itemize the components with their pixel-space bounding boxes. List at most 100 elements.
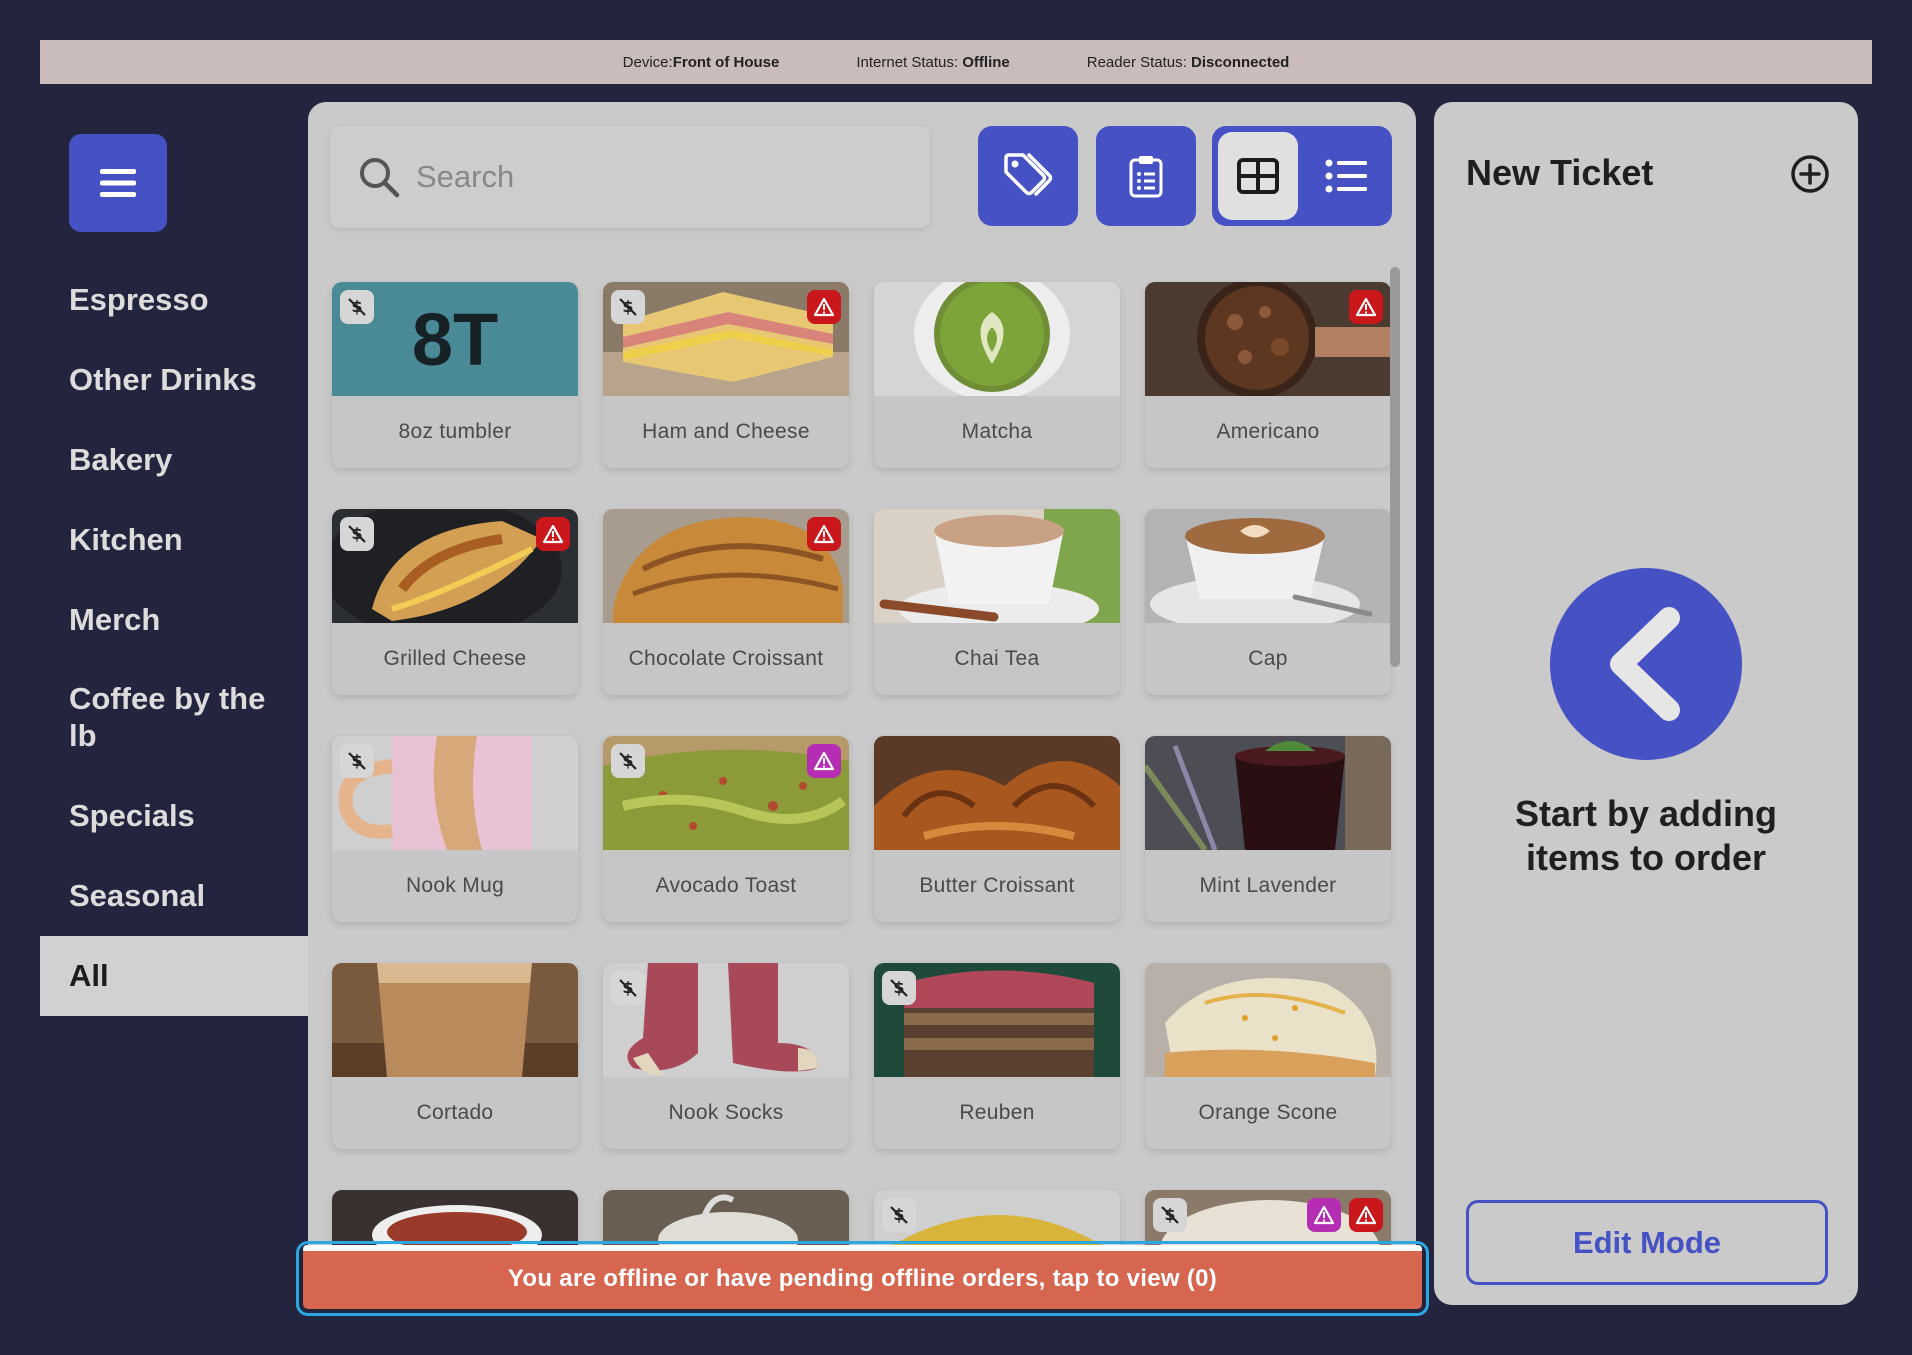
list-view-button[interactable]	[1306, 132, 1386, 220]
empty-message-line: items to order	[1525, 837, 1767, 878]
warning-icon	[807, 290, 841, 324]
item-name: 8oz tumbler	[398, 420, 512, 443]
plus-circle-icon[interactable]	[1790, 154, 1830, 194]
orange-scone-image	[1145, 963, 1391, 1077]
item-tile-chai-tea[interactable]: Chai Tea	[874, 509, 1120, 695]
cortado-image	[332, 963, 578, 1077]
category-label: Coffee by the lb	[69, 681, 266, 753]
no-price-icon: $	[882, 971, 916, 1005]
ticket-title: New Ticket	[1466, 152, 1654, 193]
category-kitchen[interactable]: Kitchen	[40, 500, 308, 580]
item-name: Mint Lavender	[1199, 874, 1337, 897]
search-bar[interactable]	[330, 126, 930, 228]
item-name: Nook Socks	[668, 1101, 784, 1124]
item-name: Orange Scone	[1198, 1101, 1338, 1124]
category-label: Merch	[69, 602, 161, 637]
category-label: Kitchen	[69, 522, 183, 557]
device-value: Front of House	[672, 53, 780, 71]
view-toggle	[1212, 126, 1392, 226]
item-tile-nook-mug[interactable]: $ Nook Mug	[332, 736, 578, 922]
item-name: Chai Tea	[954, 647, 1040, 670]
no-price-icon: $	[882, 1198, 916, 1232]
banner-divider	[303, 1245, 1422, 1251]
grid-view-button[interactable]	[1218, 132, 1298, 220]
item-tile-reuben[interactable]: $ Reuben	[874, 963, 1120, 1149]
chevron-left-icon	[1610, 607, 1680, 721]
internet-value: Offline	[962, 53, 1010, 71]
no-price-icon: $	[611, 971, 645, 1005]
item-name: Cap	[1248, 647, 1288, 670]
category-seasonal[interactable]: Seasonal	[40, 856, 308, 936]
menu-button[interactable]	[69, 134, 167, 232]
reader-label: Reader Status:	[1086, 53, 1187, 71]
item-name: Grilled Cheese	[383, 647, 527, 670]
list-view-icon	[1325, 159, 1367, 193]
item-tile-avocado-toast[interactable]: $ Avocado Toast	[603, 736, 849, 922]
no-price-icon: $	[340, 290, 374, 324]
item-tile-nook-socks[interactable]: $ Nook Socks	[603, 963, 849, 1149]
category-espresso[interactable]: Espresso	[40, 260, 308, 340]
device-label: Device:	[622, 53, 673, 71]
device-status: Device:Front of House	[623, 54, 780, 71]
item-tile-americano[interactable]: Americano	[1145, 282, 1391, 468]
internet-label: Internet Status:	[856, 53, 959, 71]
item-tile-butter-croissant[interactable]: Butter Croissant	[874, 736, 1120, 922]
no-price-icon: $	[611, 744, 645, 778]
category-label: Espresso	[69, 282, 209, 317]
item-name: Americano	[1216, 420, 1320, 443]
category-label: Specials	[69, 798, 195, 833]
item-tile-ham-and-cheese[interactable]: $ Ham and Cheese	[603, 282, 849, 468]
no-price-icon: $	[1153, 1198, 1187, 1232]
category-other-drinks[interactable]: Other Drinks	[40, 340, 308, 420]
item-tile-cap[interactable]: Cap	[1145, 509, 1391, 695]
item-name: Cortado	[416, 1101, 494, 1124]
item-panel: 8T $ 8oz tumbler $ Ham and Cheese Matcha…	[308, 102, 1416, 1305]
search-input[interactable]	[416, 159, 836, 195]
internet-status: Internet Status: Offline	[856, 54, 1009, 71]
empty-ticket-message: Start by adding items to order	[1434, 792, 1858, 880]
item-tile-cortado[interactable]: Cortado	[332, 963, 578, 1149]
discount-button[interactable]	[978, 126, 1078, 226]
item-tile-matcha[interactable]: Matcha	[874, 282, 1120, 468]
warning-icon	[1349, 1198, 1383, 1232]
item-name: Butter Croissant	[919, 874, 1075, 897]
item-tile-grilled-cheese[interactable]: $ Grilled Cheese	[332, 509, 578, 695]
item-tile-chocolate-croissant[interactable]: Chocolate Croissant	[603, 509, 849, 695]
reader-status: Reader Status: Disconnected	[1087, 54, 1290, 71]
warning-icon	[536, 517, 570, 551]
empty-message-line: Start by adding	[1514, 793, 1778, 834]
item-grid-scrollbar[interactable]	[1390, 267, 1400, 667]
item-name: Nook Mug	[405, 874, 505, 897]
category-bakery[interactable]: Bakery	[40, 420, 308, 500]
category-all[interactable]: All	[40, 936, 308, 1016]
item-name: Avocado Toast	[655, 874, 797, 897]
category-specials[interactable]: Specials	[40, 776, 308, 856]
no-price-icon: $	[611, 290, 645, 324]
ticket-panel: New Ticket Start by adding items to orde…	[1434, 102, 1858, 1305]
offline-banner-text: You are offline or have pending offline …	[303, 1248, 1422, 1309]
collapse-panel-button[interactable]	[1550, 568, 1742, 760]
category-label: Other Drinks	[69, 362, 257, 397]
mint-lavender-image	[1145, 736, 1391, 850]
category-label: All	[69, 958, 109, 993]
chai-tea-image	[874, 509, 1120, 623]
clipboard-list-icon	[1129, 156, 1163, 198]
device-status-bar: Device:Front of House Internet Status: O…	[40, 40, 1872, 84]
offline-orders-banner[interactable]: You are offline or have pending offline …	[296, 1241, 1429, 1316]
item-tile-8oz-tumbler[interactable]: 8T $ 8oz tumbler	[332, 282, 578, 468]
item-tile-orange-scone[interactable]: Orange Scone	[1145, 963, 1391, 1149]
category-coffee-by-the-lb[interactable]: Coffee by the lb	[40, 660, 308, 776]
category-label: Bakery	[69, 442, 173, 477]
item-tile-mint-lavender[interactable]: Mint Lavender	[1145, 736, 1391, 922]
category-label: Seasonal	[69, 878, 206, 913]
no-price-icon: $	[340, 744, 374, 778]
no-price-icon: $	[340, 517, 374, 551]
category-merch[interactable]: Merch	[40, 580, 308, 660]
reader-value: Disconnected	[1190, 53, 1290, 71]
item-name: Ham and Cheese	[642, 420, 810, 443]
clipboard-button[interactable]	[1096, 126, 1196, 226]
item-name: Chocolate Croissant	[628, 647, 824, 670]
tags-icon	[1004, 153, 1053, 196]
item-name: Matcha	[961, 420, 1033, 443]
edit-mode-button[interactable]: Edit Mode	[1466, 1200, 1828, 1285]
